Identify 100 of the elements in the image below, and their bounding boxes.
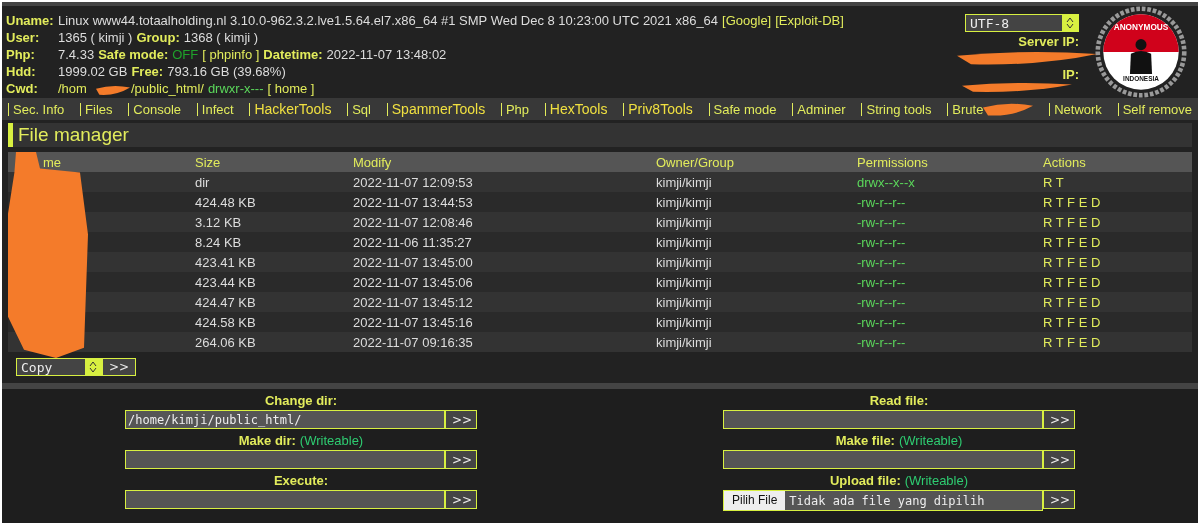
path-text: /public_html/ [130,81,204,97]
info-label: Datetime: [263,47,323,63]
size-text: 264.06 KB [195,334,256,350]
form-label: Make dir: [238,433,296,448]
permission-link[interactable]: -rw-r--r-- [857,234,906,250]
info-value: 2022-11-07 13:48:02 [326,47,447,63]
section-title: File manager [8,123,1192,147]
action-links[interactable]: R T [1043,174,1064,190]
action-links[interactable]: R T F E D [1043,214,1101,230]
input-field[interactable] [125,490,445,509]
spinner-icon [85,359,101,375]
info-link[interactable]: [Google] [722,13,772,29]
column-header: Modify [353,154,392,170]
menu-link[interactable]: HexTools [544,102,608,116]
info-value: 7.4.33 [58,47,95,63]
permission-link[interactable]: -rw-r--r-- [857,274,906,290]
date-text: 2022-11-07 12:09:53 [353,174,473,190]
redaction-scribble [96,84,130,96]
charset-select[interactable]: UTF-8 [965,14,1079,32]
menu-link[interactable]: Php [500,102,530,116]
date-text: 2022-11-07 13:45:16 [353,314,473,330]
date-text: 2022-11-06 11:35:27 [353,234,472,250]
form-label: Make file: [835,433,895,448]
date-text: 2022-11-07 13:45:12 [353,294,473,310]
permission-link[interactable]: -rw-r--r-- [857,314,906,330]
action-links[interactable]: R T F E D [1043,234,1101,250]
action-links[interactable]: R T F E D [1043,254,1101,270]
action-select[interactable]: Copy [16,358,102,376]
owner-text: kimji/kimji [656,294,712,310]
action-links[interactable]: R T F E D [1043,334,1101,350]
info-link[interactable]: /hom [58,81,87,97]
size-text: 423.44 KB [195,274,256,290]
date-text: 2022-11-07 13:44:53 [353,194,473,210]
permission-link[interactable]: -rw-r--r-- [857,194,906,210]
size-text: 3.12 KB [195,214,242,230]
menu-link[interactable]: Infect [196,102,234,116]
column-header: Size [195,154,221,170]
info-value: 1999.02 GB [58,64,128,80]
input-field[interactable] [723,450,1043,469]
date-text: 2022-11-07 12:08:46 [353,214,473,230]
permission-link[interactable]: -rw-r--r-- [857,214,906,230]
input-field[interactable] [723,410,1043,429]
info-value: 1368 ( kimji ) [183,30,259,46]
info-link[interactable]: [ phpinfo ] [202,47,260,63]
menu-link[interactable]: SpammerTools [386,102,486,116]
submit-button[interactable]: >> [1043,490,1075,509]
info-label: Free: [131,64,164,80]
input-field[interactable]: /home/kimji/public_html/ [125,410,445,429]
action-links[interactable]: R T F E D [1043,274,1101,290]
menu-link[interactable]: Safe mode [708,102,777,116]
action-links[interactable]: R T F E D [1043,314,1101,330]
size-text: 8.24 KB [195,234,242,250]
menu-link[interactable]: Sql [347,102,371,116]
column-header: Permissions [857,154,928,170]
permission-text: drwxr-x--- [207,81,264,97]
info-label: User: [6,30,41,46]
column-header: Owner/Group [656,154,735,170]
menu-link[interactable]: Priv8Tools [623,102,693,116]
owner-text: kimji/kimji [656,314,712,330]
submit-button[interactable]: >> [445,490,477,509]
status-text: (Writeable) [299,433,364,448]
info-label: Uname: [6,13,55,29]
menu-link[interactable]: Console [128,102,182,116]
menu-link[interactable]: Network [1049,102,1102,116]
menu-link[interactable]: Files [80,102,113,116]
info-link[interactable]: [Exploit-DB] [775,13,844,29]
file-field[interactable]: Pilih File Tidak ada file yang dipilih [723,490,1043,511]
form-label: Change dir: [264,393,338,408]
input-field[interactable] [125,450,445,469]
permission-link[interactable]: -rw-r--r-- [857,254,906,270]
menu-link[interactable]: Brute [947,102,984,116]
menu-link[interactable]: Adminer [792,102,846,116]
info-label: Safe mode: [98,47,169,63]
menu-link[interactable]: String tools [861,102,932,116]
form-label: Execute: [273,473,329,488]
submit-button[interactable]: >> [1043,410,1075,429]
spinner-icon [1062,15,1078,31]
menu-link[interactable]: HackerTools [249,102,332,116]
redaction-scribble [983,101,1034,117]
menu-link[interactable]: Sec. Info [8,102,65,116]
submit-button[interactable]: >> [445,410,477,429]
submit-button[interactable]: >> [445,450,477,469]
info-label: Cwd: [6,81,39,97]
size-text: 424.58 KB [195,314,256,330]
status-text: OFF [172,47,199,63]
owner-text: kimji/kimji [656,194,712,210]
info-label: Group: [136,30,180,46]
action-links[interactable]: R T F E D [1043,194,1101,210]
server-label: IP: [1062,67,1079,82]
info-link[interactable]: [ home ] [267,81,315,97]
permission-link[interactable]: drwx--x--x [857,174,915,190]
action-links[interactable]: R T F E D [1043,294,1101,310]
permission-link[interactable]: -rw-r--r-- [857,294,906,310]
submit-button[interactable]: >> [102,358,137,376]
server-label: Server IP: [1018,34,1079,49]
info-label: Php: [6,47,36,63]
submit-button[interactable]: >> [1043,450,1075,469]
menu-link[interactable]: Self remove [1117,102,1192,116]
permission-link[interactable]: -rw-r--r-- [857,334,906,350]
form-label: Upload file: [829,473,901,488]
